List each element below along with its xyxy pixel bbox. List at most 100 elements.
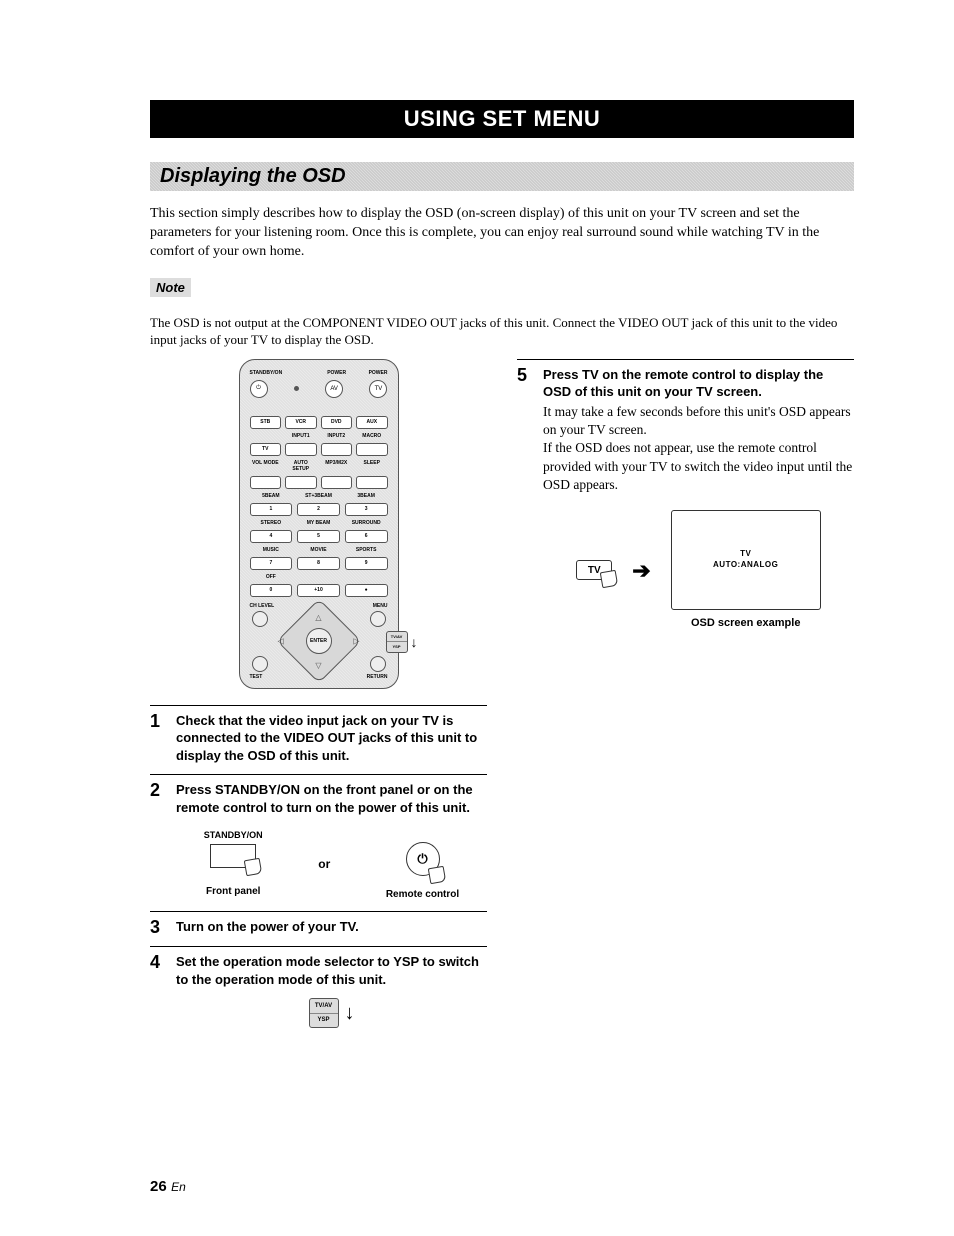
remote-volmode-button	[250, 476, 282, 489]
remote-standby-button: ⏻	[250, 380, 268, 398]
switch-tvav-label: TV/AV	[310, 999, 338, 1014]
step-number: 1	[150, 712, 164, 765]
arrow-down-icon: ↓	[345, 1003, 355, 1023]
step-bold-text: Press STANDBY/ON on the front panel or o…	[176, 782, 473, 815]
remote-num-7: 7	[250, 557, 293, 570]
remote-label-mybeam: MY BEAM	[297, 520, 340, 526]
step2-diagram: STANDBY/ON Front panel or . ⏻ Remote con…	[176, 827, 487, 902]
osd-caption: OSD screen example	[671, 616, 821, 631]
remote-label-3beam: 3BEAM	[345, 493, 388, 499]
two-column-layout: STANDBY/ON POWER POWER ⏻ AV TV STB VCR D…	[150, 359, 854, 1028]
step-sub-text: It may take a few seconds before this un…	[543, 403, 854, 494]
remote-num-5: 5	[297, 530, 340, 543]
remote-label-input2: INPUT2	[321, 433, 353, 439]
step-2: 2 Press STANDBY/ON on the front panel or…	[150, 774, 487, 901]
nav-left-icon: ◁	[278, 637, 284, 646]
remote-rec-button: ●	[345, 584, 388, 597]
remote-mode-switch: TV/AV YSP ↓	[386, 631, 418, 653]
remote-chlevel-button	[252, 611, 268, 627]
page-number: 26 En	[150, 1178, 186, 1196]
remote-tv-power-button: TV	[369, 380, 387, 398]
remote-input2-button	[321, 443, 353, 456]
remote-num-0: 0	[250, 584, 293, 597]
step-4: 4 Set the operation mode selector to YSP…	[150, 946, 487, 1028]
arrow-down-icon: ↓	[411, 635, 418, 649]
remote-power-icon: ⏻	[406, 842, 440, 876]
remote-label-power: POWER	[327, 370, 346, 376]
osd-line2: AUTO:ANALOG	[713, 560, 778, 571]
step-number: 4	[150, 953, 164, 1028]
remote-label-return: RETURN	[367, 674, 388, 680]
step-bold-text: Set the operation mode selector to YSP t…	[176, 954, 479, 987]
step-text: Check that the video input jack on your …	[176, 712, 487, 765]
remote-autosetup-button	[285, 476, 317, 489]
remote-vcr-button: VCR	[285, 416, 317, 429]
remote-label-macro: MACRO	[356, 433, 388, 439]
remote-return-button	[370, 656, 386, 672]
remote-label-5beam: 5BEAM	[250, 493, 293, 499]
remote-dvd-button: DVD	[321, 416, 353, 429]
remote-num-3: 3	[345, 503, 388, 516]
osd-line1: TV	[740, 549, 751, 560]
step-text: Press STANDBY/ON on the front panel or o…	[176, 781, 487, 901]
remote-num-1: 1	[250, 503, 293, 516]
mode-switch-icon: TV/AV YSP	[309, 998, 339, 1028]
remote-menu-button	[370, 611, 386, 627]
remote-label-music: MUSIC	[250, 547, 293, 553]
remote-test-button	[252, 656, 268, 672]
step5-diagram: TV ➔ TV AUTO:ANALOG OSD screen example	[543, 510, 854, 631]
step-1: 1 Check that the video input jack on you…	[150, 705, 487, 765]
remote-label-surround: SURROUND	[345, 520, 388, 526]
step-text: Press TV on the remote control to displa…	[543, 366, 854, 631]
note-text: The OSD is not output at the COMPONENT V…	[150, 314, 854, 349]
remote-label-test: TEST	[250, 674, 263, 680]
step-3: 3 Turn on the power of your TV.	[150, 911, 487, 936]
switch-ysp: YSP	[387, 642, 407, 652]
remote-label-input1: INPUT1	[285, 433, 317, 439]
remote-label-sports: SPORTS	[345, 547, 388, 553]
remote-label-standby: STANDBY/ON	[250, 370, 283, 376]
remote-av-power-button: AV	[325, 380, 343, 398]
step-bold-text: Press TV on the remote control to displa…	[543, 367, 823, 400]
remote-label-sleep: SLEEP	[356, 460, 388, 472]
title-bar: USING SET MENU	[150, 100, 854, 138]
remote-input1-button	[285, 443, 317, 456]
tv-button-icon: TV	[576, 560, 612, 580]
remote-control-illustration: STANDBY/ON POWER POWER ⏻ AV TV STB VCR D…	[239, 359, 399, 689]
remote-nav-cluster: CH LEVEL MENU TEST RETURN △ ▽ ◁ ▷ ENTER	[250, 603, 388, 680]
page-lang: En	[171, 1180, 186, 1194]
step-number: 2	[150, 781, 164, 901]
remote-label-movie: MOVIE	[297, 547, 340, 553]
manual-page: USING SET MENU Displaying the OSD This s…	[0, 0, 954, 1236]
remote-mp3-button	[321, 476, 353, 489]
remote-ir-led	[294, 386, 299, 391]
remote-num-6: 6	[345, 530, 388, 543]
or-label: or	[318, 856, 330, 872]
remote-label-stereo: STEREO	[250, 520, 293, 526]
step4-diagram: TV/AV YSP ↓	[176, 998, 487, 1028]
front-panel-caption: Front panel	[204, 885, 263, 899]
remote-control-caption: Remote control	[386, 888, 459, 902]
step-text: Set the operation mode selector to YSP t…	[176, 953, 487, 1028]
switch-tvav: TV/AV	[387, 632, 407, 643]
remote-num-4: 4	[250, 530, 293, 543]
note-label: Note	[150, 278, 191, 297]
remote-num-plus10: +10	[297, 584, 340, 597]
right-column: 5 Press TV on the remote control to disp…	[517, 359, 854, 1028]
remote-label-off: OFF	[250, 574, 293, 580]
nav-down-icon: ▽	[315, 661, 321, 670]
page-num-value: 26	[150, 1178, 167, 1195]
remote-macro-button	[356, 443, 388, 456]
remote-label-power2: POWER	[369, 370, 388, 376]
nav-up-icon: △	[315, 613, 321, 622]
arrow-right-icon: ➔	[632, 556, 650, 586]
front-panel-button-icon	[210, 844, 256, 868]
step-5: 5 Press TV on the remote control to disp…	[517, 359, 854, 631]
remote-label-autosetup: AUTO SETUP	[285, 460, 317, 472]
nav-right-icon: ▷	[353, 637, 359, 646]
remote-label-mp3: MP3/M2X	[321, 460, 353, 472]
intro-paragraph: This section simply describes how to dis…	[150, 205, 854, 262]
step-text: Turn on the power of your TV.	[176, 918, 487, 936]
remote-num-2: 2	[297, 503, 340, 516]
step-number: 5	[517, 366, 531, 631]
